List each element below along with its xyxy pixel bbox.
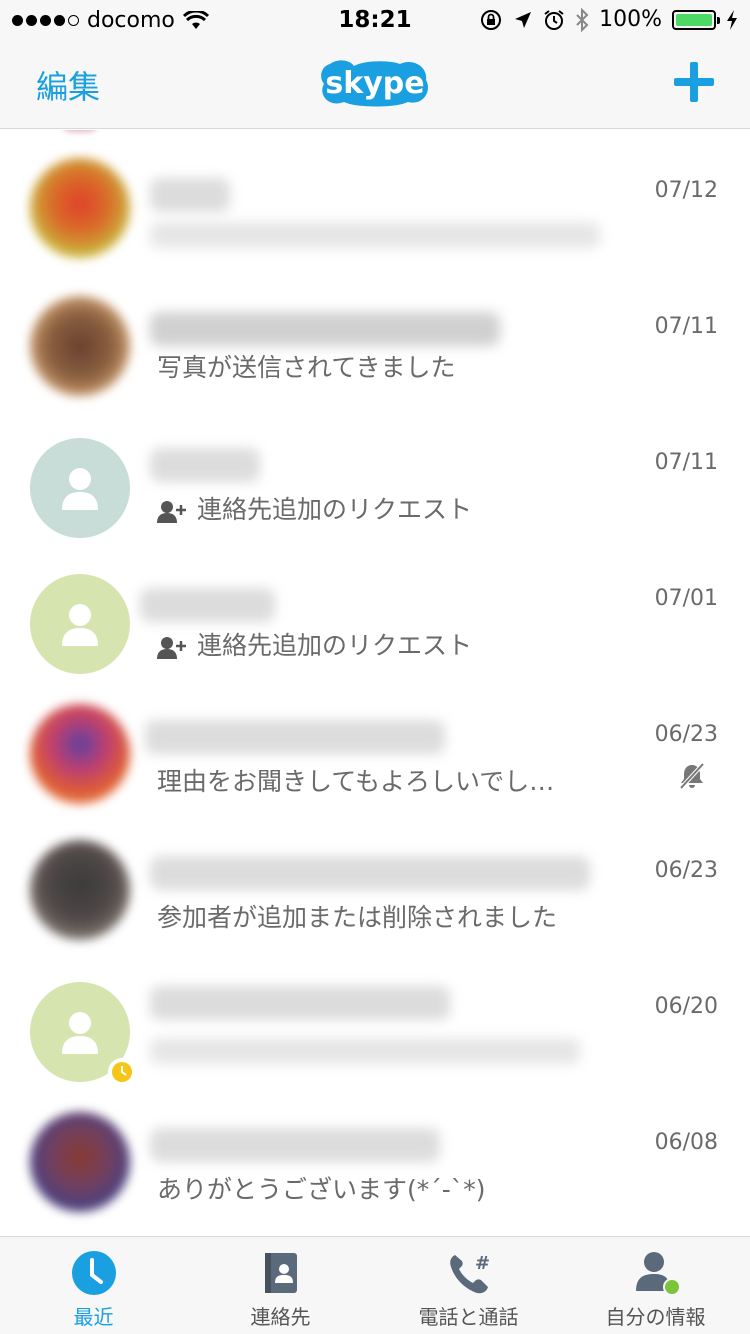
tab-contacts[interactable]: 連絡先 [187, 1237, 374, 1334]
message-date: 07/01 [654, 586, 718, 611]
message-preview: 連絡先追加のリクエスト [157, 626, 472, 662]
contact-avatar [30, 704, 130, 804]
message-date: 06/20 [654, 994, 718, 1019]
message-preview-blurred [150, 1038, 580, 1064]
bluetooth-icon [576, 7, 589, 32]
profile-person-icon [635, 1252, 680, 1296]
status-bar: docomo 18:21 100% [0, 0, 750, 40]
person-icon [62, 468, 98, 510]
tab-contacts-label: 連絡先 [250, 1305, 311, 1329]
message-date: 06/23 [654, 722, 718, 747]
conversation-list: 07/12 写真が送信されてきました 07/11 連絡先追加のリクエスト 07/… [0, 130, 750, 1236]
add-contact-icon [157, 637, 186, 659]
conversation-row[interactable]: 写真が送信されてきました 07/11 [0, 266, 750, 402]
new-chat-plus-button[interactable] [674, 62, 714, 102]
nav-bar: 編集 skype [0, 40, 750, 129]
contact-avatar [30, 840, 130, 940]
message-preview: 写真が送信されてきました [157, 353, 456, 382]
message-preview: 参加者が追加または削除されました [157, 903, 558, 932]
conversation-row[interactable]: 理由をお聞きしてもよろしいでし… 06/23 [0, 674, 750, 810]
contact-name-blurred [145, 720, 445, 754]
message-preview: 連絡先追加のリクエスト [157, 490, 472, 526]
battery-icon [672, 9, 720, 30]
conversation-row[interactable]: 06/20 [0, 946, 750, 1086]
alarm-icon [544, 9, 564, 30]
svg-text:skype: skype [325, 66, 424, 101]
contact-name-blurred [150, 856, 590, 890]
rotation-lock-icon [481, 9, 502, 30]
edit-button[interactable]: 編集 [36, 62, 100, 108]
location-arrow-icon [515, 11, 532, 28]
muted-bell-icon [679, 762, 705, 790]
contact-avatar [30, 1112, 130, 1212]
default-avatar [30, 438, 130, 538]
tab-calls-label: 電話と通話 [418, 1305, 519, 1329]
contact-avatar [30, 296, 130, 396]
contact-name-blurred [150, 312, 500, 346]
message-preview-text: 連絡先追加のリクエスト [197, 631, 473, 660]
default-avatar [30, 574, 130, 674]
conversation-row[interactable]: ありがとうございます(*´-`*) 06/08 [0, 1082, 750, 1218]
skype-logo: skype [321, 60, 428, 107]
message-date: 06/08 [654, 1130, 718, 1155]
battery-percent: 100% [599, 7, 662, 32]
message-date: 07/11 [654, 450, 718, 475]
message-preview-text: 連絡先追加のリクエスト [197, 495, 473, 524]
conversation-row[interactable]: 07/12 [0, 130, 750, 266]
contact-name-blurred [150, 448, 260, 482]
contact-name-blurred [140, 588, 275, 622]
person-icon [62, 604, 98, 646]
message-date: 07/12 [654, 178, 718, 203]
message-preview: 理由をお聞きしてもよろしいでし… [157, 767, 555, 796]
contact-name-blurred [150, 1128, 440, 1162]
tab-calls[interactable]: # 電話と通話 [375, 1237, 562, 1334]
tab-profile-label: 自分の情報 [605, 1305, 706, 1329]
message-date: 07/11 [654, 314, 718, 339]
status-right: 100% [479, 7, 738, 32]
address-book-icon [264, 1253, 297, 1293]
message-preview-blurred [150, 222, 600, 248]
person-icon [62, 1012, 98, 1054]
message-date: 06/23 [654, 858, 718, 883]
contact-name-blurred [150, 178, 230, 212]
tab-bar: 最近 連絡先 # 電話と通話 自分の情報 [0, 1236, 750, 1334]
charging-icon [727, 9, 737, 30]
clock-icon [71, 1251, 116, 1295]
contact-avatar [30, 158, 130, 258]
message-preview: ありがとうございます(*´-`*) [157, 1175, 486, 1204]
add-contact-icon [157, 501, 186, 523]
conversation-row[interactable]: 連絡先追加のリクエスト 07/01 [0, 538, 750, 674]
phone-dialpad-icon: # [449, 1253, 490, 1294]
tab-recent-label: 最近 [73, 1305, 114, 1329]
conversation-row[interactable]: 参加者が追加または削除されました 06/23 [0, 810, 750, 946]
conversation-row[interactable]: 連絡先追加のリクエスト 07/11 [0, 402, 750, 538]
contact-name-blurred [150, 986, 450, 1020]
tab-profile[interactable]: 自分の情報 [562, 1237, 749, 1334]
svg-text:#: # [475, 1253, 490, 1274]
tab-recent[interactable]: 最近 [0, 1237, 187, 1334]
